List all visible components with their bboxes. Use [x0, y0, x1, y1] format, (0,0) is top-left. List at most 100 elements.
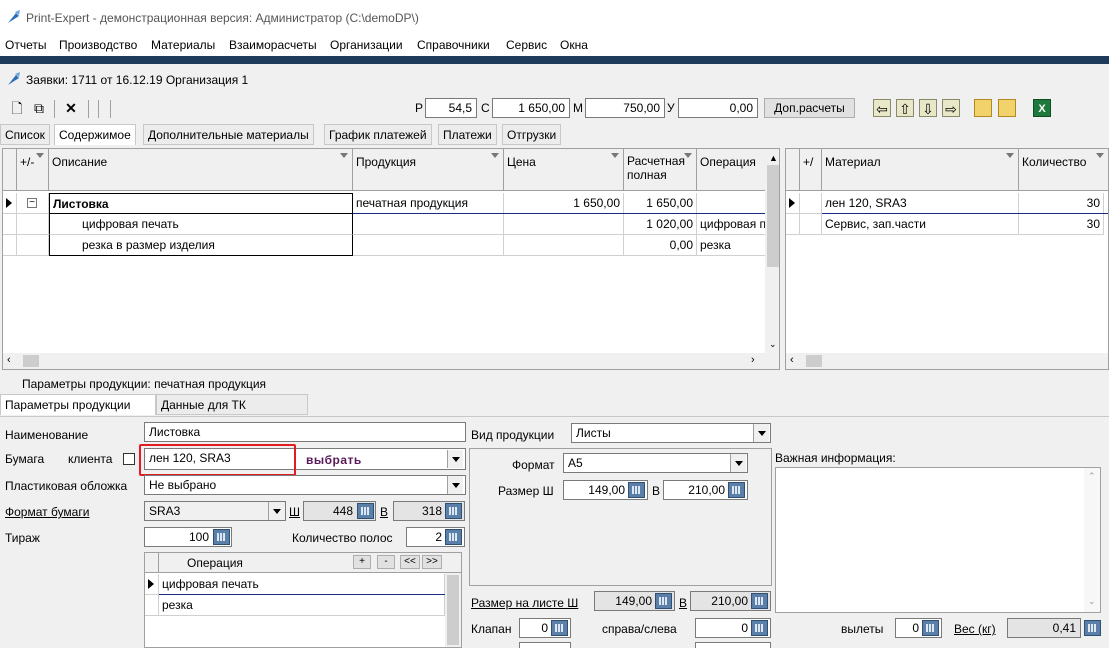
move-operation-up-button[interactable]: << [400, 555, 420, 569]
calculator-icon[interactable] [728, 482, 745, 498]
scroll-down-icon[interactable]: ⌄ [1088, 596, 1096, 607]
menu-production[interactable]: Производство [59, 38, 137, 52]
copy-icon[interactable]: ⧉ [30, 99, 48, 117]
add-operation-button[interactable]: + [353, 555, 371, 569]
grid-header-price[interactable]: Цена [504, 149, 624, 191]
folder-icon[interactable] [974, 99, 992, 117]
table-row[interactable]: Сервис, зап.части [822, 214, 1019, 235]
new-document-icon[interactable]: 🗋 [8, 99, 26, 117]
arrow-right-icon[interactable]: ⇨ [942, 99, 960, 117]
extra-field[interactable] [519, 642, 571, 648]
weight-label[interactable]: Вес (кг) [954, 622, 996, 636]
calculator-icon[interactable] [213, 529, 230, 545]
arrow-down-icon[interactable]: ⇩ [919, 99, 937, 117]
vertical-scrollbar[interactable] [445, 573, 461, 647]
table-row[interactable]: цифровая печать [49, 214, 353, 235]
calculator-icon[interactable] [655, 593, 672, 609]
table-cell[interactable]: 0,00 [624, 235, 697, 256]
table-row[interactable]: резка в размер изделия [49, 235, 353, 256]
weight-field[interactable]: 0,41 [1007, 618, 1081, 638]
table-cell[interactable] [697, 193, 767, 214]
table-cell[interactable] [353, 214, 504, 235]
scroll-thumb[interactable] [806, 355, 822, 367]
menu-materials[interactable]: Материалы [151, 38, 215, 52]
table-cell[interactable]: резка [697, 235, 767, 256]
tab-list[interactable]: Список [0, 124, 50, 145]
name-field[interactable]: Листовка [144, 422, 466, 442]
grid-header-product[interactable]: Продукция [353, 149, 504, 191]
table-row[interactable]: Листовка [49, 193, 353, 214]
grid-header-calc[interactable]: Расчетная полная [624, 149, 697, 191]
calculator-icon[interactable] [1084, 620, 1101, 636]
c-field[interactable]: 1 650,00 [492, 98, 570, 118]
vertical-scrollbar[interactable]: ⌃ ⌄ [1084, 468, 1100, 612]
fmt-dropdown[interactable] [730, 454, 746, 472]
tab-shipments[interactable]: Отгрузки [502, 124, 562, 145]
scroll-up-icon[interactable]: ▲ [769, 153, 778, 163]
tab-payments[interactable]: Платежи [438, 124, 497, 145]
format-label[interactable]: Формат бумаги [5, 505, 89, 519]
delete-icon[interactable]: ✕ [62, 99, 80, 117]
scroll-thumb[interactable] [767, 165, 779, 267]
remove-operation-button[interactable]: - [377, 555, 395, 569]
scroll-up-icon[interactable]: ⌃ [1088, 471, 1096, 482]
paper-dropdown[interactable] [447, 450, 463, 468]
table-cell[interactable]: 30 [1019, 214, 1104, 235]
calculator-icon[interactable] [551, 620, 568, 636]
client-checkbox[interactable] [123, 453, 135, 465]
scroll-thumb[interactable] [23, 355, 39, 367]
tab-content[interactable]: Содержимое [54, 124, 136, 145]
calculator-icon[interactable] [751, 620, 768, 636]
table-cell[interactable] [504, 214, 624, 235]
cover-select[interactable]: Не выбрано [144, 475, 466, 495]
collapse-toggle[interactable]: − [17, 193, 49, 214]
table-cell[interactable]: печатная продукция [353, 193, 504, 214]
mat-header-pm[interactable]: +/ [800, 149, 822, 191]
extra-field[interactable] [695, 642, 771, 648]
table-cell[interactable]: 1 650,00 [504, 193, 624, 214]
u-field[interactable]: 0,00 [678, 98, 758, 118]
menu-settlements[interactable]: Взаиморасчеты [229, 38, 317, 52]
m-field[interactable]: 750,00 [585, 98, 665, 118]
scroll-down-icon[interactable]: ⌄ [769, 339, 777, 350]
calculator-icon[interactable] [751, 593, 768, 609]
menu-references[interactable]: Справочники [417, 38, 490, 52]
cover-dropdown[interactable] [447, 476, 463, 494]
table-cell[interactable]: цифровая п [697, 214, 767, 235]
list-item[interactable]: резка [159, 595, 445, 616]
folder-open-icon[interactable] [998, 99, 1016, 117]
info-textarea[interactable]: ⌃ ⌄ [775, 467, 1101, 613]
move-operation-down-button[interactable]: >> [422, 555, 442, 569]
grid-header-description[interactable]: Описание [49, 149, 353, 191]
list-item[interactable]: цифровая печать [159, 574, 445, 595]
vertical-scrollbar[interactable]: ▲ ⌄ [765, 149, 779, 369]
menu-windows[interactable]: Окна [560, 38, 588, 52]
kind-select[interactable]: Листы [571, 423, 771, 443]
scroll-left-icon[interactable]: ‹ [790, 354, 794, 366]
menu-organizations[interactable]: Организации [330, 38, 403, 52]
table-cell[interactable]: 1 020,00 [624, 214, 697, 235]
r-field[interactable]: 54,5 [425, 98, 477, 118]
horizontal-scrollbar[interactable]: ‹ [786, 353, 1108, 369]
horizontal-scrollbar[interactable]: ‹ › [3, 353, 765, 369]
table-row[interactable]: лен 120, SRA3 [822, 193, 1019, 214]
arrow-left-icon[interactable]: ⇦ [873, 99, 891, 117]
arrow-up-icon[interactable]: ⇧ [896, 99, 914, 117]
table-cell[interactable]: 30 [1019, 193, 1104, 214]
sheet-label[interactable]: Размер на листе Ш [471, 596, 578, 610]
table-cell[interactable] [504, 235, 624, 256]
menu-reports[interactable]: Отчеты [5, 38, 46, 52]
scroll-right-icon[interactable]: › [751, 354, 755, 366]
tab-extra-materials[interactable]: Дополнительные материалы [143, 124, 314, 145]
grid-header-operation[interactable]: Операция [697, 149, 767, 191]
fmt-select[interactable]: А5 [563, 453, 748, 473]
format-select[interactable]: SRA3 [144, 501, 286, 521]
excel-icon[interactable]: X [1033, 99, 1051, 117]
tab-tk-data[interactable]: Данные для ТК [156, 394, 308, 415]
calculator-icon[interactable] [357, 503, 374, 519]
extra-calc-button[interactable]: Доп.расчеты [764, 98, 855, 118]
table-cell[interactable]: 1 650,00 [624, 193, 697, 214]
grid-header-pm[interactable]: +/- [17, 149, 49, 191]
tab-payment-schedule[interactable]: График платежей [324, 124, 432, 145]
kind-dropdown[interactable] [753, 424, 769, 442]
